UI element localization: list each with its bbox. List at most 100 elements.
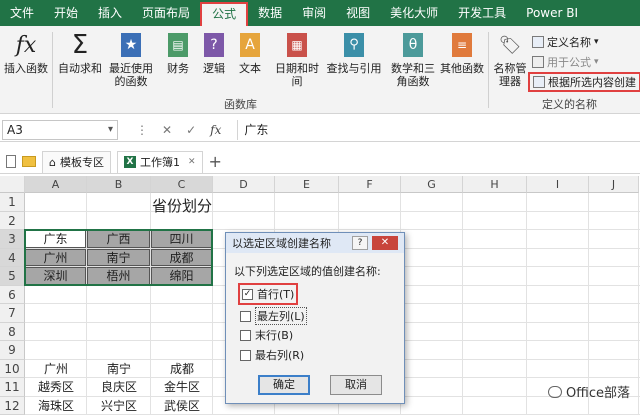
- name-box[interactable]: A3: [2, 119, 118, 140]
- more-options-icon[interactable]: ⋮: [136, 123, 148, 137]
- formula-icon: [532, 56, 544, 68]
- cancel-icon[interactable]: ✕: [162, 123, 172, 137]
- row-header[interactable]: 5: [0, 267, 25, 286]
- close-button[interactable]: ✕: [372, 236, 398, 250]
- cell[interactable]: 越秀区: [25, 378, 87, 397]
- sheet-title[interactable]: 省份划分: [25, 195, 339, 215]
- cell[interactable]: 武侯区: [151, 397, 213, 415]
- sigma-icon: Σ: [71, 29, 89, 60]
- fx-icon[interactable]: fx: [210, 123, 221, 137]
- name-manager-button[interactable]: 🏷 名称管理器: [492, 30, 528, 88]
- recent-functions-button[interactable]: ★ 最近使用的函数: [104, 30, 158, 88]
- close-icon[interactable]: ✕: [188, 157, 196, 167]
- create-from-selection-button[interactable]: 根据所选内容创建: [528, 72, 640, 92]
- tab-3[interactable]: 页面布局: [132, 0, 200, 26]
- column-header[interactable]: I: [527, 176, 589, 193]
- table-cell[interactable]: 南宁: [87, 248, 150, 266]
- option-left-column[interactable]: 最左列(L): [240, 307, 307, 325]
- define-name-icon: [532, 36, 544, 48]
- row-header[interactable]: 6: [0, 285, 25, 304]
- cancel-button[interactable]: 取消: [330, 375, 382, 395]
- row-header[interactable]: 4: [0, 248, 25, 267]
- cell[interactable]: 兴宁区: [87, 397, 151, 415]
- cell[interactable]: 金牛区: [151, 378, 213, 397]
- folder-icon[interactable]: [22, 156, 36, 167]
- define-name-button[interactable]: 定义名称 ▾: [532, 34, 599, 50]
- ok-button[interactable]: 确定: [258, 375, 310, 395]
- cell[interactable]: 良庆区: [87, 378, 151, 397]
- autosum-button[interactable]: Σ 自动求和: [56, 29, 104, 76]
- tab-9[interactable]: 开发工具: [448, 0, 516, 26]
- more-functions-button[interactable]: ≡ 其他函数: [440, 30, 484, 75]
- option-right-column[interactable]: 最右列(R): [240, 347, 304, 363]
- row-header[interactable]: 9: [0, 341, 25, 360]
- help-button[interactable]: ?: [352, 236, 368, 250]
- row-header[interactable]: 2: [0, 211, 25, 230]
- logical-button[interactable]: ? 逻辑: [198, 30, 230, 75]
- financial-button[interactable]: ▤ 财务: [162, 30, 194, 75]
- cell[interactable]: 南宁: [87, 360, 151, 379]
- column-header[interactable]: C: [151, 176, 213, 193]
- table-cell[interactable]: 广西: [87, 230, 150, 248]
- row-header[interactable]: 8: [0, 322, 25, 341]
- insert-function-button[interactable]: fx 插入函数: [4, 30, 48, 75]
- watermark: Office部落: [548, 382, 630, 401]
- select-all-corner[interactable]: [0, 176, 25, 193]
- column-header[interactable]: H: [463, 176, 527, 193]
- row-header[interactable]: 12: [0, 396, 25, 415]
- lookup-button[interactable]: ⚲ 查找与引用: [326, 30, 382, 75]
- column-header[interactable]: F: [339, 176, 401, 193]
- add-tab-button[interactable]: +: [209, 152, 222, 171]
- tab-0[interactable]: 文件: [0, 0, 44, 26]
- use-in-formula-button[interactable]: 用于公式 ▾: [532, 54, 599, 70]
- row-header[interactable]: 7: [0, 304, 25, 323]
- row-header[interactable]: 1: [0, 193, 25, 212]
- tab-7[interactable]: 视图: [336, 0, 380, 26]
- row-header[interactable]: 11: [0, 378, 25, 397]
- table-cell[interactable]: 四川: [151, 230, 212, 248]
- table-cell[interactable]: 广东: [25, 230, 86, 248]
- checkbox-left-column[interactable]: [240, 310, 251, 322]
- tab-2[interactable]: 插入: [88, 0, 132, 26]
- formula-input[interactable]: 广东: [237, 119, 640, 140]
- row-header[interactable]: 3: [0, 230, 25, 249]
- tab-4[interactable]: 公式: [200, 2, 249, 26]
- column-header[interactable]: B: [87, 176, 151, 193]
- cell[interactable]: 海珠区: [25, 397, 87, 415]
- tab-1[interactable]: 开始: [44, 0, 88, 26]
- checkbox-bottom-row[interactable]: [240, 329, 251, 341]
- text-button[interactable]: A 文本: [234, 30, 266, 75]
- option-bottom-row[interactable]: 末行(B): [240, 327, 293, 343]
- checkbox-right-column[interactable]: [240, 349, 251, 361]
- tab-workbook[interactable]: X 工作簿1 ✕: [116, 150, 203, 173]
- tab-10[interactable]: Power BI: [516, 0, 588, 26]
- tab-template-zone[interactable]: ⌂ 模板专区: [42, 150, 111, 173]
- column-header[interactable]: D: [213, 176, 275, 193]
- table-cell[interactable]: 成都: [151, 248, 212, 266]
- tab-8[interactable]: 美化大师: [380, 0, 448, 26]
- column-header[interactable]: J: [589, 176, 639, 193]
- tab-5[interactable]: 数据: [248, 0, 292, 26]
- row-header[interactable]: 10: [0, 359, 25, 378]
- ribbon-separator: [52, 32, 53, 108]
- wechat-icon: [548, 385, 563, 398]
- datetime-button[interactable]: ▦ 日期和时间: [270, 30, 324, 88]
- cell[interactable]: 广州: [25, 360, 87, 379]
- checkbox-top-row[interactable]: ✓: [242, 288, 253, 300]
- table-cell[interactable]: 深圳: [25, 267, 86, 285]
- column-header[interactable]: E: [275, 176, 339, 193]
- table-cell[interactable]: 绵阳: [151, 267, 212, 285]
- grid-line: [462, 193, 463, 415]
- new-file-icon[interactable]: [6, 155, 16, 168]
- table-cell[interactable]: 梧州: [87, 267, 150, 285]
- table-cell[interactable]: 广州: [25, 248, 86, 266]
- cell[interactable]: 成都: [151, 360, 213, 379]
- tab-6[interactable]: 审阅: [292, 0, 336, 26]
- column-header[interactable]: G: [401, 176, 463, 193]
- calendar-book-icon: ▦: [284, 30, 310, 60]
- confirm-icon[interactable]: ✓: [186, 123, 196, 137]
- chevron-down-icon: ▾: [594, 37, 599, 47]
- math-button[interactable]: θ 数学和三角函数: [386, 30, 440, 88]
- option-top-row[interactable]: ✓ 首行(T): [238, 283, 299, 305]
- column-header[interactable]: A: [25, 176, 87, 193]
